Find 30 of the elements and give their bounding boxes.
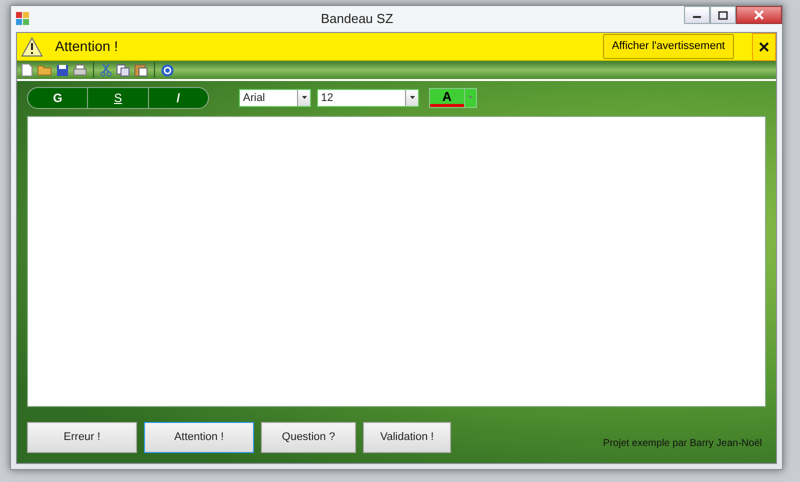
font-combo[interactable]: Arial <box>239 88 311 106</box>
window-title: Bandeau SZ <box>320 10 394 28</box>
credit-text: Projet exemple par Barry Jean-Noël <box>603 437 762 451</box>
paste-icon[interactable] <box>134 63 148 77</box>
save-icon[interactable] <box>56 64 69 76</box>
close-icon[interactable] <box>752 33 776 60</box>
show-warning-button[interactable]: Afficher l'avertissement <box>602 34 734 59</box>
caret-icon <box>410 96 414 99</box>
text-color-button[interactable]: A <box>429 88 477 108</box>
action-button[interactable]: Attention ! <box>144 422 254 453</box>
caret-icon <box>302 96 306 99</box>
action-button[interactable]: Validation ! <box>363 422 451 453</box>
maximize-button[interactable] <box>710 6 736 24</box>
app-icon <box>16 12 30 26</box>
new-file-icon[interactable] <box>21 63 33 77</box>
size-combo[interactable]: 12 <box>317 88 419 106</box>
close-icon <box>754 10 764 20</box>
minimize-button[interactable] <box>684 6 710 24</box>
warning-icon <box>21 36 43 56</box>
banner-message: Attention ! <box>55 37 120 56</box>
bold-button[interactable]: G <box>28 88 88 108</box>
italic-button[interactable]: / <box>148 88 208 108</box>
action-button[interactable]: Erreur ! <box>27 422 137 453</box>
print-icon[interactable] <box>73 64 87 76</box>
underline-button[interactable]: S <box>88 88 149 108</box>
caret-icon <box>468 96 473 99</box>
close-button[interactable] <box>736 6 782 24</box>
action-button[interactable]: Question ? <box>261 422 356 453</box>
maximize-icon <box>718 10 728 20</box>
copy-icon[interactable] <box>116 64 130 76</box>
